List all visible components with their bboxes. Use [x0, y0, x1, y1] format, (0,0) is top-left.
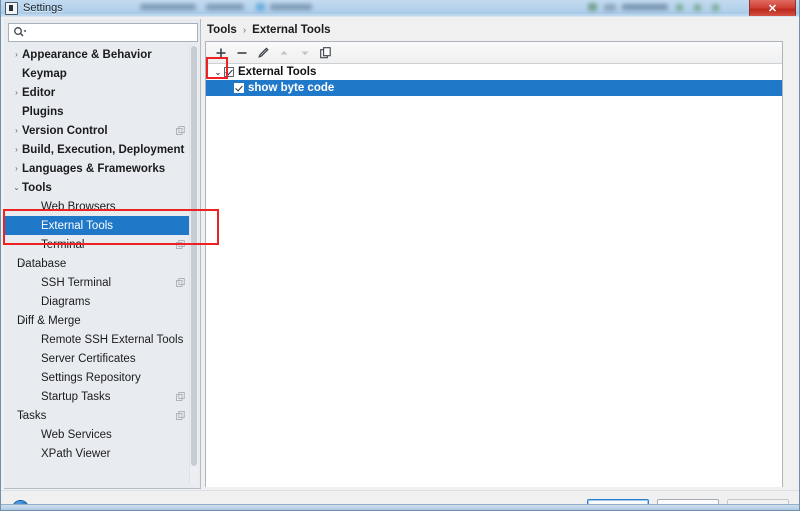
window-frame — [0, 0, 800, 511]
settings-dialog-window: Settings ✕ › Appearance & Behavior Keymap ›… — [0, 0, 800, 511]
